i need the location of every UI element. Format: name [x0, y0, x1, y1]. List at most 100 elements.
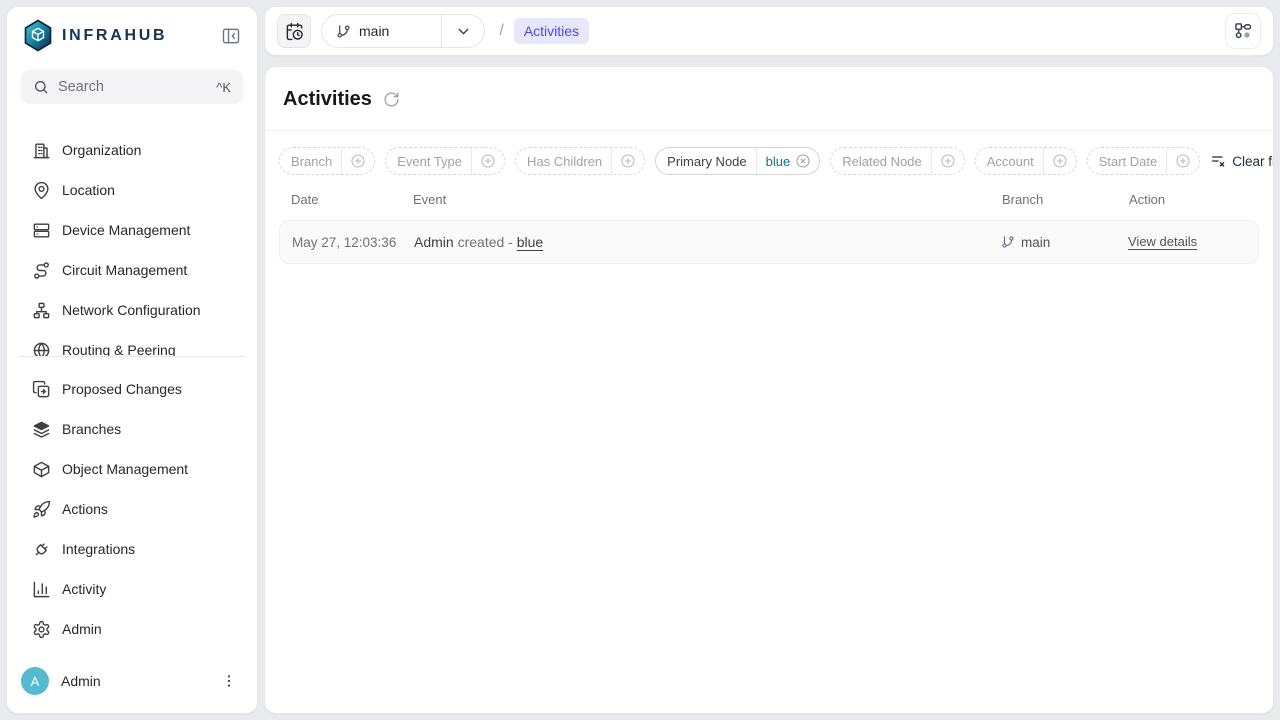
search-shortcut: ^K — [216, 80, 231, 95]
sidebar-item-label: Object Management — [62, 461, 188, 477]
gear-icon — [31, 619, 51, 639]
calendar-clock-icon — [285, 22, 304, 41]
column-header-event: Event — [413, 192, 1002, 207]
refresh-button[interactable] — [382, 90, 402, 110]
sidebar-item-label: Routing & Peering — [62, 342, 176, 356]
filter-x-icon — [1210, 153, 1226, 169]
breadcrumb-separator: / — [499, 22, 503, 40]
globe-icon — [31, 340, 51, 356]
brand-name: INFRAHUB — [62, 27, 219, 45]
sidebar-item-label: Actions — [62, 501, 108, 517]
diff-copy-icon — [31, 379, 51, 399]
event-verb: created - — [458, 234, 513, 250]
plus-circle-icon[interactable] — [342, 153, 374, 169]
sidebar-item-routing-peering[interactable]: Routing & Peering — [15, 330, 249, 356]
sidebar-item-label: Network Configuration — [62, 302, 201, 318]
sidebar-nav-group-schema: Organization Location Device Management … — [7, 130, 257, 356]
column-header-date: Date — [291, 192, 413, 207]
time-travel-button[interactable] — [277, 14, 311, 48]
rocket-icon — [31, 499, 51, 519]
server-icon — [31, 220, 51, 240]
chevron-down-icon — [455, 23, 472, 40]
building-icon — [31, 140, 51, 160]
sidebar-item-admin[interactable]: Admin — [15, 609, 249, 649]
plus-circle-icon[interactable] — [612, 153, 644, 169]
sidebar-item-actions[interactable]: Actions — [15, 489, 249, 529]
infrahub-logo-icon — [23, 19, 53, 52]
sidebar-item-label: Circuit Management — [62, 262, 187, 278]
sidebar-nav: Organization Location Device Management … — [7, 104, 257, 713]
search-icon — [33, 79, 49, 95]
sidebar-item-label: Device Management — [62, 222, 190, 238]
table-row[interactable]: May 27, 12:03:36 Admin created - blue ma… — [279, 220, 1259, 264]
route-icon — [31, 260, 51, 280]
sidebar-item-proposed-changes[interactable]: Proposed Changes — [15, 369, 249, 409]
plus-circle-icon[interactable] — [1044, 153, 1076, 169]
sidebar-item-label: Location — [62, 182, 115, 198]
column-header-branch: Branch — [1002, 192, 1129, 207]
sidebar-item-integrations[interactable]: Integrations — [15, 529, 249, 569]
main-panel: Activities Branch Event Type Has Childre… — [264, 66, 1274, 714]
filter-chip-branch[interactable]: Branch — [279, 147, 375, 175]
panel-left-close-icon — [221, 26, 241, 46]
event-actor: Admin — [414, 234, 454, 250]
git-branch-icon — [1001, 235, 1015, 249]
sidebar-item-object-management[interactable]: Object Management — [15, 449, 249, 489]
schema-visualizer-button[interactable] — [1225, 13, 1261, 49]
filter-chip-event-type[interactable]: Event Type — [385, 147, 505, 175]
filter-chip-has-children[interactable]: Has Children — [515, 147, 645, 175]
row-action: View details — [1128, 233, 1246, 251]
sidebar-user-footer: A Admin — [7, 655, 257, 713]
view-details-link[interactable]: View details — [1128, 234, 1197, 249]
layers-icon — [31, 419, 51, 439]
sidebar-item-branches[interactable]: Branches — [15, 409, 249, 449]
sidebar-item-location[interactable]: Location — [15, 170, 249, 210]
filter-chip-primary-node[interactable]: Primary Node blue — [655, 147, 820, 175]
sidebar-nav-group-app: Proposed Changes Branches Object Managem… — [7, 357, 257, 649]
cube-icon — [31, 459, 51, 479]
sidebar-header: INFRAHUB — [7, 7, 257, 58]
row-branch-label: main — [1021, 235, 1050, 250]
avatar: A — [21, 667, 49, 695]
plus-circle-icon[interactable] — [932, 153, 964, 169]
git-branch-icon — [336, 24, 351, 39]
breadcrumb-activities[interactable]: Activities — [514, 18, 589, 44]
sidebar-item-label: Proposed Changes — [62, 381, 182, 397]
sidebar-item-label: Integrations — [62, 541, 135, 557]
sidebar-item-label: Admin — [62, 621, 102, 637]
schema-icon — [1233, 21, 1253, 41]
branch-selector[interactable]: main — [321, 14, 485, 48]
bar-chart-icon — [31, 579, 51, 599]
column-header-action: Action — [1129, 192, 1247, 207]
filter-chip-account[interactable]: Account — [975, 147, 1077, 175]
plug-icon — [31, 539, 51, 559]
filter-chip-related-node[interactable]: Related Node — [830, 147, 965, 175]
search-input[interactable]: Search ^K — [21, 70, 243, 104]
sidebar-item-label: Activity — [62, 581, 106, 597]
search-placeholder: Search — [58, 79, 216, 95]
table-header: Date Event Branch Action — [279, 175, 1259, 218]
plus-circle-icon[interactable] — [472, 153, 504, 169]
filter-chip-start-date[interactable]: Start Date — [1087, 147, 1201, 175]
sidebar-item-organization[interactable]: Organization — [15, 130, 249, 170]
remove-filter-icon[interactable] — [795, 153, 819, 169]
sidebar-item-device-management[interactable]: Device Management — [15, 210, 249, 250]
sidebar-item-circuit-management[interactable]: Circuit Management — [15, 250, 249, 290]
user-name: Admin — [61, 673, 217, 689]
row-date: May 27, 12:03:36 — [292, 235, 414, 250]
page-title: Activities — [283, 88, 372, 111]
collapse-sidebar-button[interactable] — [219, 24, 243, 48]
filter-value: blue — [757, 154, 796, 169]
row-event: Admin created - blue — [414, 234, 1001, 250]
sidebar-item-activity[interactable]: Activity — [15, 569, 249, 609]
kebab-menu-icon — [221, 673, 237, 689]
user-menu-button[interactable] — [217, 669, 241, 693]
current-branch-label: main — [359, 23, 389, 39]
sidebar-item-label: Organization — [62, 142, 141, 158]
branch-dropdown-toggle[interactable] — [442, 23, 484, 40]
clear-filters-button[interactable]: Clear filters — [1210, 153, 1274, 169]
sidebar-item-network-configuration[interactable]: Network Configuration — [15, 290, 249, 330]
page-header: Activities — [265, 67, 1273, 131]
event-object-link[interactable]: blue — [517, 234, 543, 250]
plus-circle-icon[interactable] — [1167, 153, 1199, 169]
